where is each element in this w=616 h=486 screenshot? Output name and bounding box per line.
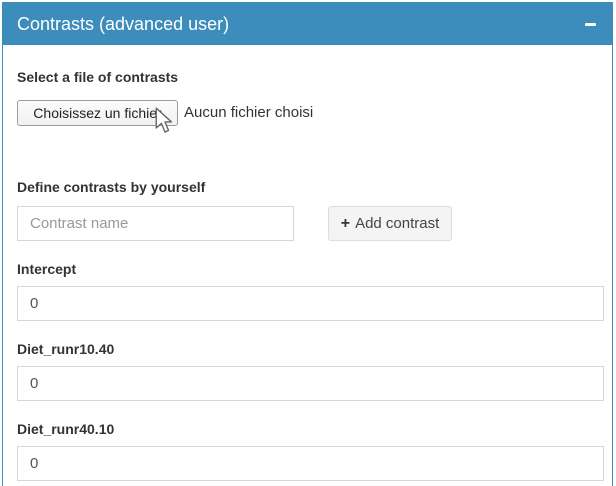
file-status-text: Aucun fichier choisi [184, 104, 313, 121]
define-section-label: Define contrasts by yourself [17, 179, 205, 195]
panel-header: Contrasts (advanced user) [3, 3, 612, 45]
choose-file-button[interactable]: Choisissez un fichier [17, 100, 178, 126]
collapse-button[interactable] [580, 3, 600, 45]
page: Contrasts (advanced user) Select a file … [0, 0, 616, 486]
contrasts-panel: Contrasts (advanced user) Select a file … [2, 2, 613, 486]
diet-runr40-10-input[interactable] [17, 446, 604, 481]
field-label-diet-runr40-10: Diet_runr40.10 [17, 421, 114, 437]
panel-title: Contrasts (advanced user) [17, 14, 229, 34]
add-contrast-button[interactable]: + Add contrast [328, 206, 452, 241]
diet-runr10-40-input[interactable] [17, 366, 604, 401]
intercept-input[interactable] [17, 286, 604, 321]
file-section-label: Select a file of contrasts [17, 69, 178, 85]
plus-icon: + [341, 216, 350, 232]
field-label-diet-runr10-40: Diet_runr10.40 [17, 341, 114, 357]
field-label-intercept: Intercept [17, 261, 76, 277]
add-contrast-label: Add contrast [355, 215, 439, 232]
minus-icon [585, 23, 596, 26]
contrast-name-input[interactable] [17, 206, 294, 241]
